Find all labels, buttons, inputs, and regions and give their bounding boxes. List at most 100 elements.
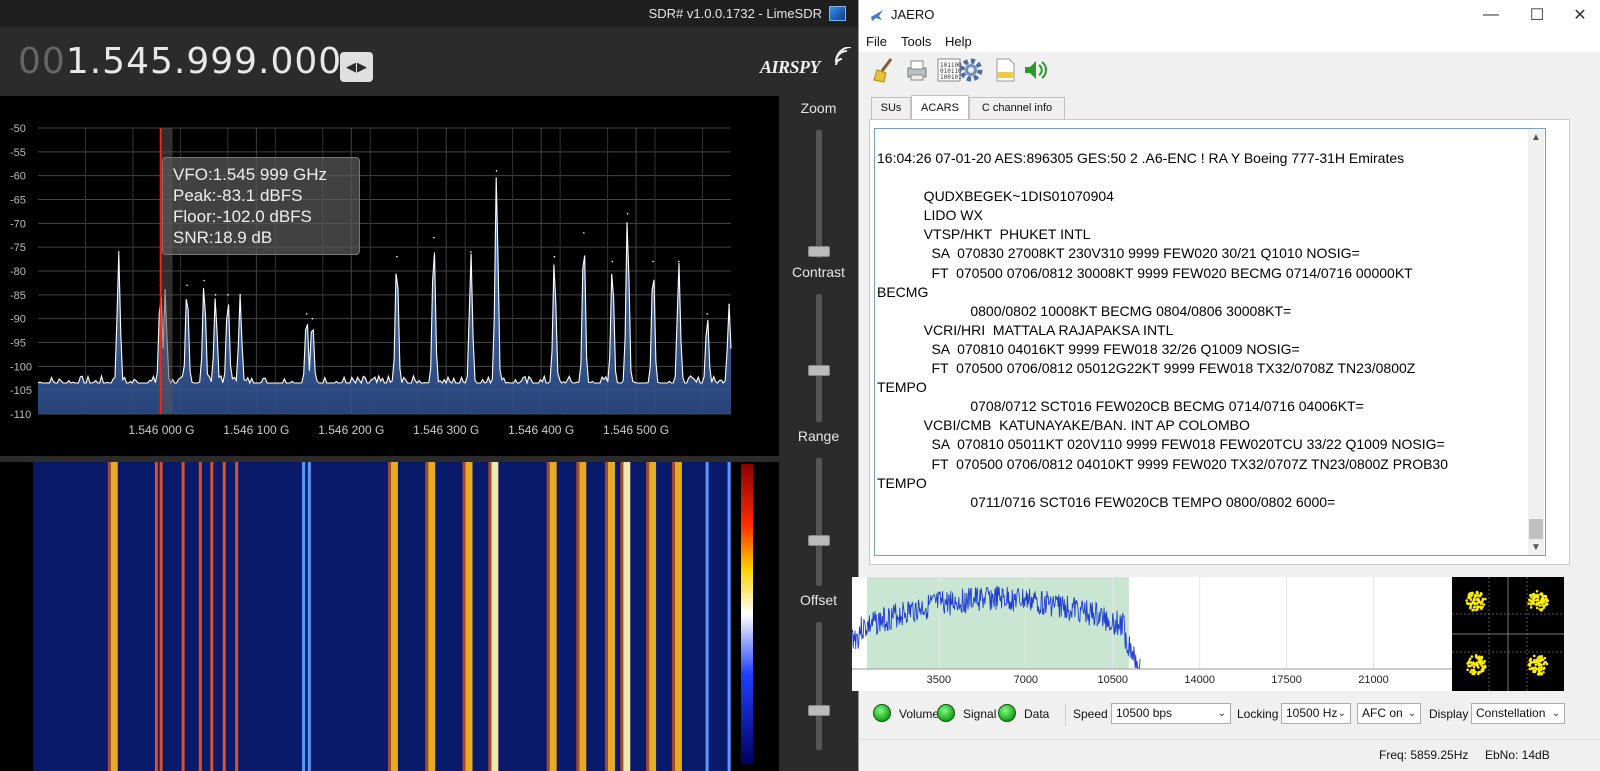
right-arrow-icon[interactable]: ▶ bbox=[357, 59, 367, 75]
frequency-step-button[interactable]: ◀ ▶ bbox=[340, 52, 373, 82]
slider-offset[interactable] bbox=[816, 622, 822, 750]
scrollbar-thumb[interactable] bbox=[1529, 519, 1543, 539]
acars-line[interactable] bbox=[877, 168, 1448, 187]
waterfall-trace-edge bbox=[488, 462, 492, 771]
slider-contrast[interactable] bbox=[816, 294, 822, 422]
chevron-down-icon[interactable]: ⌄ bbox=[1552, 704, 1560, 723]
acars-line[interactable]: VCRI/HRI MATTALA RAJAPAKSA INTL bbox=[877, 321, 1448, 340]
acars-line[interactable]: QUDXBEGEK~1DIS01070904 bbox=[877, 187, 1448, 206]
acars-line[interactable]: BECMG bbox=[877, 283, 1448, 302]
acars-line[interactable]: LIDO WX bbox=[877, 206, 1448, 225]
menu-help[interactable]: Help bbox=[945, 34, 972, 49]
spectrum-plot[interactable]: -50 -55 -60 -65 -70 -75 -80 -85 -90 -95 -100 -105 -1… bbox=[0, 96, 779, 456]
gear-icon[interactable] bbox=[957, 56, 985, 84]
acars-line[interactable]: FT 070500 0706/0812 04010KT 9999 FEW020 … bbox=[877, 455, 1448, 474]
x-tick-label: 1.546 100 G bbox=[223, 423, 289, 437]
acars-line[interactable]: SA 070830 27008KT 230V310 9999 FEW020 30… bbox=[877, 244, 1448, 263]
acars-line[interactable]: TEMPO bbox=[877, 378, 1448, 397]
constellation-point bbox=[1468, 664, 1472, 668]
slider-zoom[interactable] bbox=[816, 130, 822, 258]
acars-scrollbar[interactable]: ▲ ▼ bbox=[1528, 130, 1544, 555]
y-tick-label: -90 bbox=[10, 314, 26, 326]
spectrum-peak bbox=[227, 294, 229, 296]
log-file-icon[interactable] bbox=[991, 56, 1019, 84]
afc-select[interactable]: AFC on ⌄ bbox=[1357, 703, 1421, 724]
constellation-point bbox=[1538, 655, 1541, 658]
acars-line[interactable]: TEMPO bbox=[877, 474, 1448, 493]
constellation-point bbox=[1529, 657, 1533, 661]
scroll-up-icon[interactable]: ▲ bbox=[1528, 130, 1544, 146]
x-tick-label: 1.546 200 G bbox=[318, 423, 384, 437]
acars-line[interactable]: SA 070810 05011KT 020V110 9999 FEW018 FE… bbox=[877, 435, 1448, 454]
waterfall-trace bbox=[159, 462, 163, 771]
printer-icon[interactable] bbox=[903, 56, 931, 84]
waterfall-plot[interactable] bbox=[0, 462, 779, 771]
acars-line[interactable]: 0711/0716 SCT016 FEW020CB TEMPO 0800/080… bbox=[877, 493, 1448, 512]
slider-thumb-zoom[interactable] bbox=[808, 245, 830, 257]
slider-label-contrast: Contrast bbox=[792, 264, 845, 280]
spectrum-peak bbox=[239, 294, 242, 296]
tab-c-channel-info[interactable]: C channel info bbox=[969, 97, 1065, 119]
jaero-spectrum-plot[interactable]: 3500 7000 10500 14000 17500 21000 bbox=[851, 577, 1452, 691]
constellation-point bbox=[1543, 666, 1546, 670]
waterfall-trace-edge bbox=[107, 462, 111, 771]
slider-thumb-offset[interactable] bbox=[808, 704, 830, 716]
chevron-down-icon[interactable]: ⌄ bbox=[1218, 704, 1226, 723]
display-select[interactable]: Constellation ⌄ bbox=[1471, 703, 1565, 724]
frequency-digits[interactable]: 1.545.999.000 bbox=[66, 41, 342, 82]
maximize-icon[interactable]: ☐ bbox=[1515, 3, 1559, 27]
acars-line[interactable]: 0800/0802 10008KT BECMG 0804/0806 30008K… bbox=[877, 302, 1448, 321]
slider-thumb-contrast[interactable] bbox=[808, 364, 830, 376]
broom-icon[interactable] bbox=[871, 56, 899, 84]
tab-sus[interactable]: SUs bbox=[871, 97, 911, 119]
waterfall-display[interactable] bbox=[0, 462, 779, 771]
acars-line[interactable]: VCBI/CMB KATUNAYAKE/BAN. INT AP COLOMBO bbox=[877, 416, 1448, 435]
speed-select[interactable]: 10500 bps ⌄ bbox=[1111, 703, 1231, 724]
waterfall-trace-edge bbox=[387, 462, 391, 771]
display-value[interactable]: Constellation bbox=[1476, 706, 1545, 720]
waterfall-trace bbox=[110, 462, 118, 771]
chevron-down-icon[interactable]: ⌄ bbox=[1338, 704, 1346, 723]
acars-line[interactable]: SA 070810 04016KT 9999 FEW018 32/26 Q100… bbox=[877, 340, 1448, 359]
constellation-point bbox=[1479, 592, 1483, 595]
afc-value[interactable]: AFC on bbox=[1362, 706, 1403, 720]
locking-value[interactable]: 10500 Hz bbox=[1286, 706, 1337, 720]
waterfall-color-scale bbox=[741, 464, 753, 764]
y-tick-label: -75 bbox=[10, 242, 26, 254]
acars-line[interactable]: FT 070500 0706/0812 05012G22KT 9999 FEW0… bbox=[877, 359, 1448, 378]
constellation-point bbox=[1539, 668, 1543, 672]
frequency-leading-digits[interactable]: 00 bbox=[18, 41, 66, 82]
snr-value: SNR:18.9 dB bbox=[173, 228, 273, 247]
menu-tools[interactable]: Tools bbox=[901, 34, 931, 49]
locking-select[interactable]: 10500 Hz ⌄ bbox=[1281, 703, 1351, 724]
frequency-display[interactable]: 001.545.999.000 bbox=[18, 41, 342, 82]
acars-line[interactable]: FT 070500 0706/0812 30008KT 9999 FEW020 … bbox=[877, 264, 1448, 283]
minimize-icon[interactable]: — bbox=[1469, 3, 1513, 27]
acars-line[interactable]: 16:04:26 07-01-20 AES:896305 GES:50 2 .A… bbox=[877, 149, 1448, 168]
speed-value[interactable]: 10500 bps bbox=[1116, 706, 1172, 720]
acars-message-log[interactable]: 16:04:26 07-01-20 AES:896305 GES:50 2 .A… bbox=[874, 128, 1546, 556]
y-tick-label: -60 bbox=[10, 171, 26, 183]
close-icon[interactable]: ✕ bbox=[1558, 3, 1600, 27]
constellation-point bbox=[1471, 591, 1474, 595]
waterfall-trace bbox=[579, 462, 587, 771]
tab-acars[interactable]: ACARS bbox=[911, 95, 969, 119]
chevron-down-icon[interactable]: ⌄ bbox=[1408, 704, 1416, 723]
constellation-point bbox=[1534, 660, 1537, 664]
x-tick-label: 7000 bbox=[1014, 674, 1038, 686]
acars-line[interactable]: VTSP/HKT PHUKET INTL bbox=[877, 225, 1448, 244]
acars-text[interactable]: 16:04:26 07-01-20 AES:896305 GES:50 2 .A… bbox=[877, 149, 1448, 512]
speaker-icon[interactable] bbox=[1021, 56, 1049, 84]
constellation-point bbox=[1532, 602, 1536, 605]
slider-range[interactable] bbox=[816, 458, 822, 586]
left-arrow-icon[interactable]: ◀ bbox=[346, 59, 356, 75]
x-tick-label: 1.546 000 G bbox=[128, 423, 194, 437]
menu-file[interactable]: File bbox=[866, 34, 887, 49]
jaero-app-icon bbox=[871, 10, 883, 21]
constellation-point bbox=[1541, 597, 1545, 601]
spectrum-analyzer[interactable]: -50 -55 -60 -65 -70 -75 -80 -85 -90 -95 -100 -105 -1… bbox=[0, 96, 779, 456]
acars-line[interactable]: 0708/0712 SCT016 FEW020CB BECMG 0714/071… bbox=[877, 397, 1448, 416]
slider-thumb-range[interactable] bbox=[808, 534, 830, 546]
jaero-spectrum[interactable]: 3500 7000 10500 14000 17500 21000 bbox=[851, 577, 1452, 691]
scroll-down-icon[interactable]: ▼ bbox=[1528, 540, 1544, 555]
